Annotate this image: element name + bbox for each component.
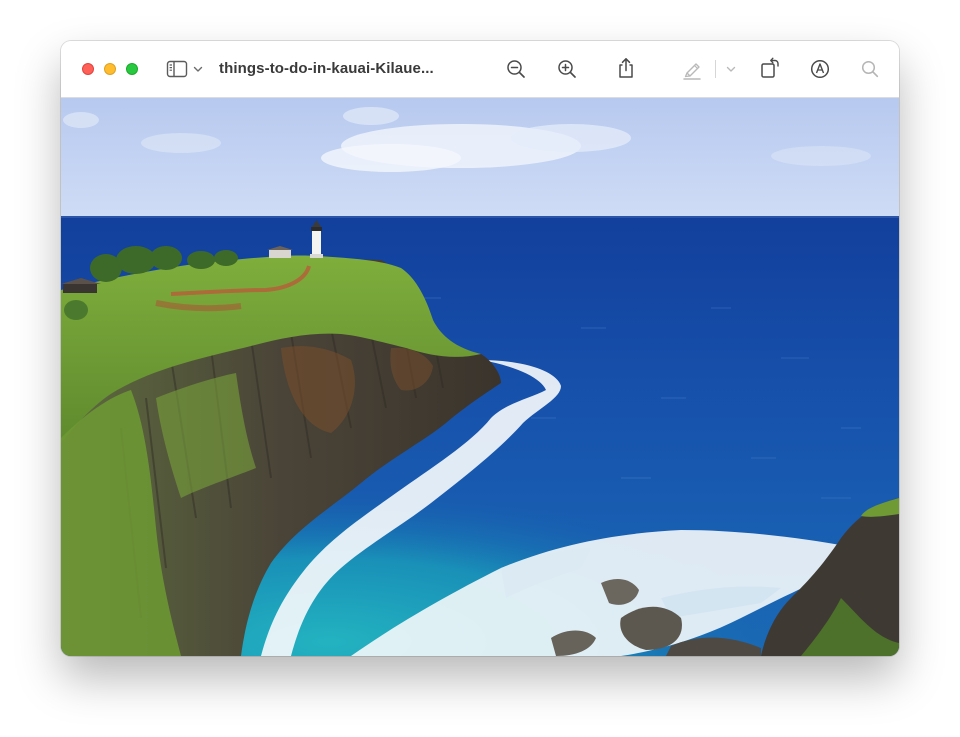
share-icon (619, 58, 633, 78)
share-button[interactable] (615, 56, 637, 80)
sidebar-toggle-button[interactable] (166, 58, 188, 80)
lighthouse-photo (61, 98, 899, 656)
zoom-out-button[interactable] (505, 58, 527, 80)
highlighter-pen-icon (683, 63, 701, 80)
document-image[interactable] (61, 98, 899, 656)
markup-button[interactable] (809, 58, 831, 80)
toolbar-divider (715, 60, 716, 78)
zoom-in-button[interactable] (556, 58, 578, 80)
rotate-icon (761, 57, 779, 78)
minimize-button[interactable] (104, 63, 116, 75)
chevron-down-icon (726, 66, 736, 72)
title-bar[interactable]: things-to-do-in-kauai-Kilaue... (61, 41, 899, 98)
chevron-down-icon (193, 66, 203, 72)
zoom-out-icon (507, 60, 525, 78)
markup-circle-icon (810, 59, 830, 79)
document-title[interactable]: things-to-do-in-kauai-Kilaue... (219, 58, 434, 80)
rotate-button[interactable] (758, 56, 782, 80)
search-icon (861, 60, 879, 78)
close-button[interactable] (82, 63, 94, 75)
markup-menu-button[interactable] (725, 63, 737, 75)
maximize-button[interactable] (126, 63, 138, 75)
highlight-button[interactable] (680, 57, 704, 81)
sidebar-icon (166, 60, 188, 78)
sidebar-menu-button[interactable] (192, 63, 204, 75)
preview-window: things-to-do-in-kauai-Kilaue... (61, 41, 899, 656)
zoom-in-icon (558, 60, 576, 78)
search-button[interactable] (860, 59, 880, 79)
